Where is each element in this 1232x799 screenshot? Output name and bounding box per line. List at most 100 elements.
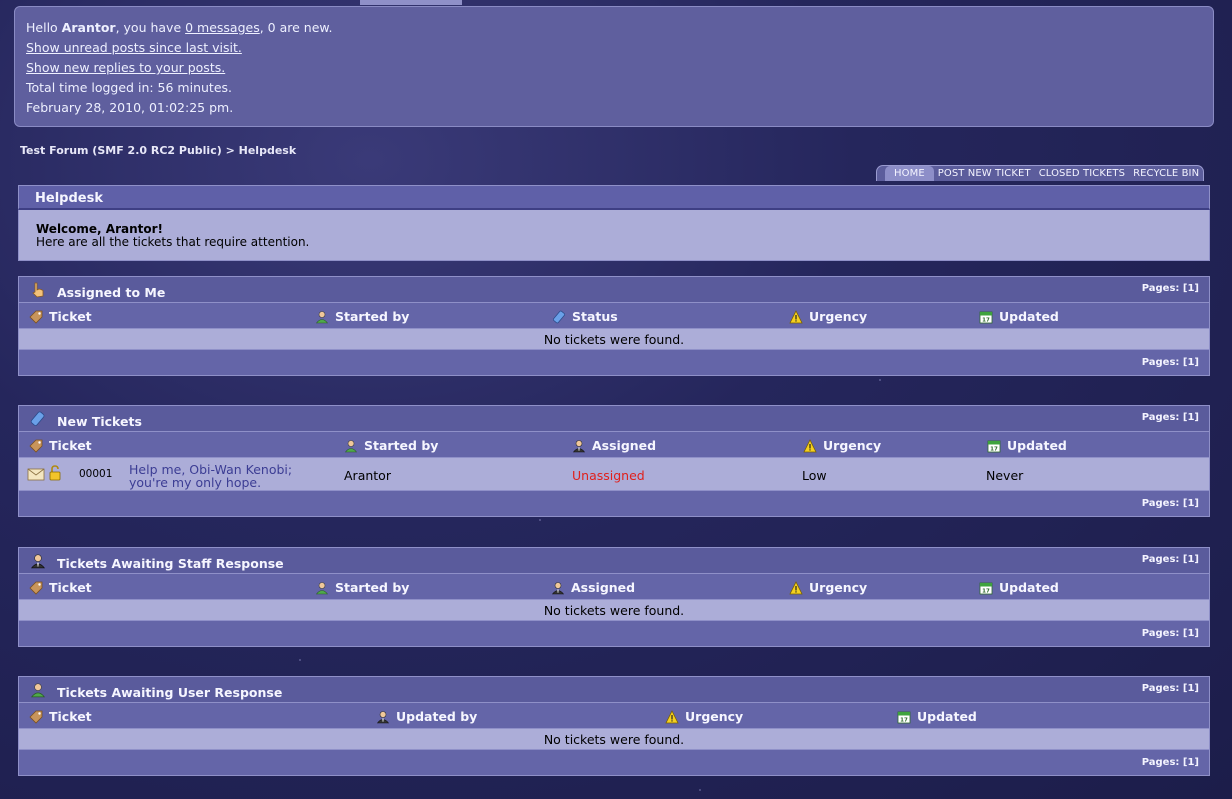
welcome-box: Welcome, Arantor! Here are all the ticke… <box>18 210 1210 261</box>
unlocked-icon[interactable] <box>48 465 62 484</box>
column-assigned[interactable]: Assigned <box>572 438 656 453</box>
pagination[interactable]: Pages: [1] <box>1142 412 1199 423</box>
column-label: Ticket <box>49 438 92 453</box>
table-header: Ticket Started by Assigned Urgency Updat… <box>19 432 1209 458</box>
staff-icon <box>376 710 390 724</box>
column-label: Started by <box>335 309 410 324</box>
ticket-updated: Never <box>986 468 1024 483</box>
staff-icon <box>551 581 565 595</box>
pagination[interactable]: Pages: [1] <box>1142 357 1199 368</box>
empty-message: No tickets were found. <box>19 329 1209 350</box>
breadcrumb-forum-link[interactable]: Test Forum (SMF 2.0 RC2 Public) <box>20 144 222 157</box>
menu-closed-tickets[interactable]: CLOSED TICKETS <box>1035 166 1129 181</box>
user-icon <box>315 310 329 324</box>
column-started-by[interactable]: Started by <box>315 309 409 324</box>
ticket-urgency: Low <box>802 468 827 483</box>
empty-message: No tickets were found. <box>19 729 1209 750</box>
column-urgency[interactable]: Urgency <box>789 309 867 324</box>
breadcrumb-separator: > <box>221 144 239 157</box>
column-started-by[interactable]: Started by <box>344 438 438 453</box>
menu-recycle-bin[interactable]: RECYCLE BIN <box>1129 166 1203 181</box>
helpdesk-title: Helpdesk <box>35 191 103 206</box>
column-updated[interactable]: Updated <box>979 309 1059 324</box>
table-row: 00001 Help me, Obi-Wan Kenobi; you're my… <box>19 458 1209 491</box>
panel-footer: Pages: [1] <box>19 621 1209 646</box>
panel-title-bar: Tickets Awaiting User Response Pages: [1… <box>19 677 1209 703</box>
pagination[interactable]: Pages: [1] <box>1142 757 1199 768</box>
user-icon <box>344 439 358 453</box>
menu-post-new-ticket[interactable]: POST NEW TICKET <box>934 166 1035 181</box>
helpdesk-menu: HOME POST NEW TICKET CLOSED TICKETS RECY… <box>876 165 1205 181</box>
table-header: Ticket Started by Assigned Urgency Updat… <box>19 574 1209 600</box>
column-label: Status <box>572 309 618 324</box>
panel-footer: Pages: [1] <box>19 350 1209 375</box>
new-replies-link[interactable]: Show new replies to your posts. <box>26 60 225 75</box>
column-label: Started by <box>364 438 439 453</box>
column-ticket[interactable]: Ticket <box>29 580 92 595</box>
warning-icon <box>789 581 803 595</box>
pagination[interactable]: Pages: [1] <box>1142 283 1199 294</box>
unread-posts-link[interactable]: Show unread posts since last visit. <box>26 40 242 55</box>
table-header: Ticket Updated by Urgency Updated <box>19 703 1209 729</box>
ticket-subject-link[interactable]: Help me, Obi-Wan Kenobi; you're my only … <box>129 463 292 489</box>
column-label: Updated <box>999 309 1059 324</box>
staff-icon <box>572 439 586 453</box>
panel-title-bar: Tickets Awaiting Staff Response Pages: [… <box>19 548 1209 574</box>
status-icon <box>552 310 566 324</box>
pointing-hand-icon <box>29 281 47 299</box>
column-ticket[interactable]: Ticket <box>29 709 92 724</box>
column-ticket[interactable]: Ticket <box>29 438 92 453</box>
column-updated[interactable]: Updated <box>979 580 1059 595</box>
column-ticket[interactable]: Ticket <box>29 309 92 324</box>
pagination[interactable]: Pages: [1] <box>1142 498 1199 509</box>
username: Arantor <box>61 20 116 35</box>
column-status[interactable]: Status <box>552 309 618 324</box>
user-icon <box>315 581 329 595</box>
panel-footer: Pages: [1] <box>19 750 1209 775</box>
panel-title: Assigned to Me <box>57 285 166 300</box>
helpdesk-title-bar: Helpdesk <box>18 185 1210 210</box>
messages-link[interactable]: 0 messages <box>185 20 260 35</box>
ticket-tag-icon <box>29 410 47 428</box>
current-datetime: February 28, 2010, 01:02:25 pm. <box>26 100 234 115</box>
panel-new-tickets: New Tickets Pages: [1] Ticket Started by… <box>18 405 1210 517</box>
column-label: Ticket <box>49 580 92 595</box>
column-label: Updated <box>917 709 977 724</box>
table-header: Ticket Started by Status Urgency Updated <box>19 303 1209 329</box>
breadcrumb-helpdesk-link[interactable]: Helpdesk <box>239 144 297 157</box>
column-urgency[interactable]: Urgency <box>803 438 881 453</box>
panel-assigned-to-me: Assigned to Me Pages: [1] Ticket Started… <box>18 276 1210 376</box>
calendar-icon <box>979 310 993 324</box>
column-assigned[interactable]: Assigned <box>551 580 635 595</box>
ticket-id: 00001 <box>79 468 113 480</box>
column-label: Updated <box>999 580 1059 595</box>
greeting-suffix: , 0 are new. <box>259 20 333 35</box>
column-started-by[interactable]: Started by <box>315 580 409 595</box>
panel-title-bar: New Tickets Pages: [1] <box>19 406 1209 432</box>
panel-title: Tickets Awaiting Staff Response <box>57 556 284 571</box>
time-logged: Total time logged in: 56 minutes. <box>26 80 232 95</box>
greeting-mid: , you have <box>115 20 186 35</box>
pagination[interactable]: Pages: [1] <box>1142 628 1199 639</box>
pagination[interactable]: Pages: [1] <box>1142 683 1199 694</box>
warning-icon <box>789 310 803 324</box>
user-info-box: Hello Arantor, you have 0 messages, 0 ar… <box>14 6 1214 127</box>
column-updated[interactable]: Updated <box>987 438 1067 453</box>
warning-icon <box>803 439 817 453</box>
column-label: Urgency <box>823 438 882 453</box>
panel-footer: Pages: [1] <box>19 491 1209 516</box>
column-urgency[interactable]: Urgency <box>665 709 743 724</box>
menu-home[interactable]: HOME <box>885 166 934 181</box>
column-label: Updated <box>1007 438 1067 453</box>
ticket-starter-link[interactable]: Arantor <box>344 468 391 483</box>
column-label: Assigned <box>571 580 636 595</box>
column-updated[interactable]: Updated <box>897 709 977 724</box>
welcome-title: Welcome, Arantor! <box>36 222 164 236</box>
calendar-icon <box>987 439 1001 453</box>
column-updated-by[interactable]: Updated by <box>376 709 477 724</box>
column-urgency[interactable]: Urgency <box>789 580 867 595</box>
user-icon <box>29 681 47 699</box>
column-label: Updated by <box>396 709 478 724</box>
panel-title: New Tickets <box>57 414 142 429</box>
pagination[interactable]: Pages: [1] <box>1142 554 1199 565</box>
